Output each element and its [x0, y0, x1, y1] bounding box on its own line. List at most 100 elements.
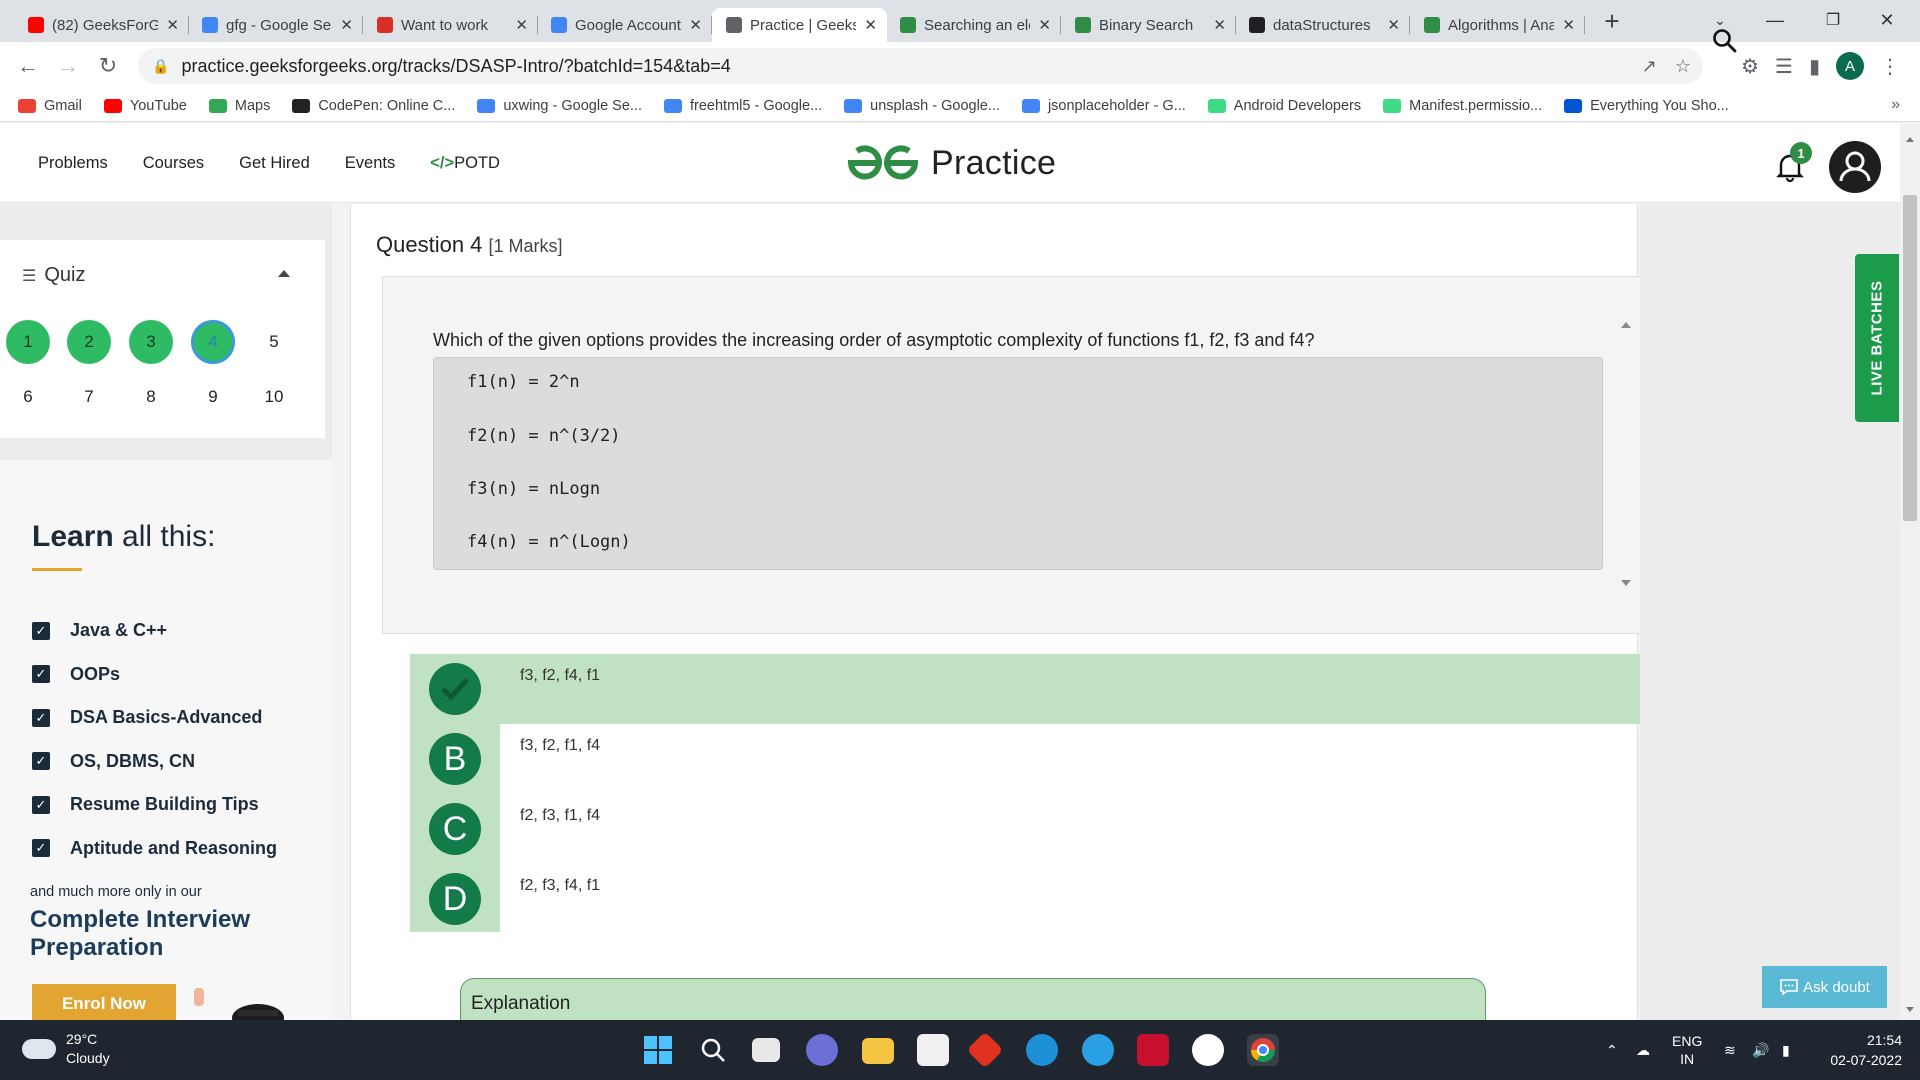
browser-tab[interactable]: Binary Search ✕: [1061, 8, 1236, 42]
share-icon[interactable]: ↗: [1642, 56, 1657, 77]
scrollbar-thumb[interactable]: [1903, 195, 1917, 521]
chrome-icon[interactable]: [1247, 1034, 1279, 1066]
volume-icon[interactable]: 🔊: [1752, 1020, 1769, 1080]
bookmark-item[interactable]: jsonplaceholder - G...: [1021, 98, 1186, 114]
site-logo[interactable]: Practice: [845, 141, 1056, 185]
quiz-question-number[interactable]: 4: [191, 320, 235, 364]
restore-button[interactable]: ❐: [1808, 0, 1858, 40]
close-tab-icon[interactable]: ✕: [1213, 16, 1226, 34]
question-scroll-down-icon[interactable]: [1621, 580, 1631, 586]
forward-icon[interactable]: →: [48, 53, 88, 79]
new-tab-button[interactable]: +: [1592, 4, 1632, 38]
nav-courses[interactable]: Courses: [143, 154, 204, 173]
input-language[interactable]: ENG IN: [1672, 1020, 1702, 1080]
vscode-icon[interactable]: [1082, 1034, 1114, 1066]
browser-menu-icon[interactable]: ⋮: [1880, 54, 1900, 79]
close-tab-icon[interactable]: ✕: [1562, 16, 1575, 34]
browser-tab[interactable]: Searching an element ✕: [886, 8, 1061, 42]
caret-up-icon[interactable]: [278, 270, 290, 277]
scroll-up-icon[interactable]: [1906, 137, 1914, 142]
live-batches-tab[interactable]: LIVE BATCHES: [1855, 254, 1899, 422]
media-control-icon[interactable]: ☰: [1775, 54, 1793, 79]
bookmark-item[interactable]: uxwing - Google Se...: [477, 98, 642, 114]
file-explorer-icon[interactable]: [862, 1038, 894, 1064]
quiz-question-number[interactable]: 9: [191, 375, 235, 419]
extensions-icon[interactable]: ⚙: [1741, 54, 1759, 79]
whatsapp-icon[interactable]: [1192, 1034, 1224, 1066]
quiz-question-number[interactable]: 6: [6, 375, 50, 419]
close-window-button[interactable]: ✕: [1862, 0, 1912, 40]
teams-chat-icon[interactable]: [806, 1034, 838, 1066]
profile-avatar[interactable]: A: [1836, 52, 1864, 80]
battery-icon[interactable]: ▮: [1782, 1020, 1790, 1080]
ask-doubt-button[interactable]: Ask doubt: [1762, 966, 1887, 1008]
user-avatar[interactable]: [1829, 141, 1881, 193]
browser-tab[interactable]: dataStructures ✕: [1235, 8, 1410, 42]
quiz-question-number[interactable]: 5: [252, 320, 296, 364]
browser-tab[interactable]: Algorithms | Analysis ✕: [1410, 8, 1585, 42]
close-tab-icon[interactable]: ✕: [689, 16, 702, 34]
bookmark-item[interactable]: unsplash - Google...: [844, 98, 1000, 114]
close-tab-icon[interactable]: ✕: [166, 16, 179, 34]
browser-tab[interactable]: (82) GeeksForGeeks ✕: [14, 8, 189, 42]
scroll-down-icon[interactable]: [1906, 1007, 1914, 1012]
browser-tab[interactable]: Practice | GeeksforGeeks ✕: [712, 8, 887, 42]
quiz-question-number[interactable]: 3: [129, 320, 173, 364]
bookmark-item[interactable]: Manifest.permissio...: [1383, 98, 1542, 114]
bookmark-item[interactable]: Android Developers: [1207, 98, 1361, 114]
quiz-question-number[interactable]: 7: [67, 375, 111, 419]
edge-icon[interactable]: [1026, 1034, 1058, 1066]
enrol-now-button[interactable]: Enrol Now: [32, 984, 176, 1024]
bookmark-item[interactable]: Gmail: [18, 98, 82, 114]
minimize-button[interactable]: —: [1750, 0, 1800, 40]
quiz-question-number[interactable]: 1: [6, 320, 50, 364]
browser-tab[interactable]: gfg - Google Search ✕: [188, 8, 363, 42]
answer-option[interactable]: [410, 864, 1672, 934]
bookmark-item[interactable]: Maps: [208, 98, 270, 114]
search-icon[interactable]: [1712, 28, 1738, 54]
bookmark-item[interactable]: CodePen: Online C...: [292, 98, 455, 114]
nav-problems[interactable]: Problems: [38, 154, 108, 173]
bookmark-star-icon[interactable]: ☆: [1675, 56, 1691, 77]
windows-start-icon[interactable]: [642, 1034, 674, 1066]
quiz-header[interactable]: ☰ Quiz: [22, 264, 85, 287]
notification-bell[interactable]: 1: [1776, 142, 1812, 183]
anydesk-icon[interactable]: [966, 1031, 1004, 1069]
reload-icon[interactable]: ↻: [88, 53, 128, 79]
browser-tab[interactable]: Google Account ✕: [537, 8, 712, 42]
task-view-icon[interactable]: [752, 1038, 780, 1062]
browser-tab[interactable]: Want to work ✕: [363, 8, 538, 42]
mcafee-icon[interactable]: [1137, 1034, 1169, 1066]
address-bar[interactable]: 🔒 practice.geeksforgeeks.org/tracks/DSAS…: [138, 48, 1703, 84]
bookmark-item[interactable]: YouTube: [103, 98, 187, 114]
quiz-question-number[interactable]: 10: [252, 375, 296, 419]
answer-option[interactable]: [410, 724, 1672, 794]
answer-option[interactable]: [410, 654, 1672, 724]
answer-option[interactable]: [410, 794, 1672, 864]
quiz-question-number[interactable]: 2: [67, 320, 111, 364]
side-panel-icon[interactable]: ▮: [1809, 54, 1820, 79]
nav-potd[interactable]: </>POTD: [430, 154, 500, 173]
nav-get-hired[interactable]: Get Hired: [239, 154, 310, 173]
close-tab-icon[interactable]: ✕: [1387, 16, 1400, 34]
bookmark-item[interactable]: Everything You Sho...: [1564, 98, 1729, 114]
close-tab-icon[interactable]: ✕: [864, 16, 877, 34]
bookmark-label: Gmail: [44, 97, 82, 114]
tray-overflow-icon[interactable]: ⌃: [1606, 1020, 1618, 1080]
bookmark-item[interactable]: freehtml5 - Google...: [664, 98, 822, 114]
onedrive-icon[interactable]: ☁: [1636, 1020, 1650, 1080]
weather-widget[interactable]: 29°C Cloudy: [22, 1030, 110, 1068]
close-tab-icon[interactable]: ✕: [1038, 16, 1051, 34]
quiz-question-number[interactable]: 8: [129, 375, 173, 419]
store-icon[interactable]: [917, 1034, 949, 1066]
nav-events[interactable]: Events: [345, 154, 395, 173]
close-tab-icon[interactable]: ✕: [515, 16, 528, 34]
question-scroll-up-icon[interactable]: [1621, 322, 1631, 328]
bookmarks-overflow-icon[interactable]: »: [1891, 96, 1900, 114]
close-tab-icon[interactable]: ✕: [340, 16, 353, 34]
wifi-icon[interactable]: ≋: [1724, 1020, 1736, 1080]
page-scrollbar[interactable]: [1900, 123, 1920, 1020]
taskbar-search-icon[interactable]: [697, 1034, 729, 1066]
system-clock[interactable]: 21:54 02-07-2022: [1822, 1030, 1902, 1070]
back-icon[interactable]: ←: [8, 53, 48, 79]
